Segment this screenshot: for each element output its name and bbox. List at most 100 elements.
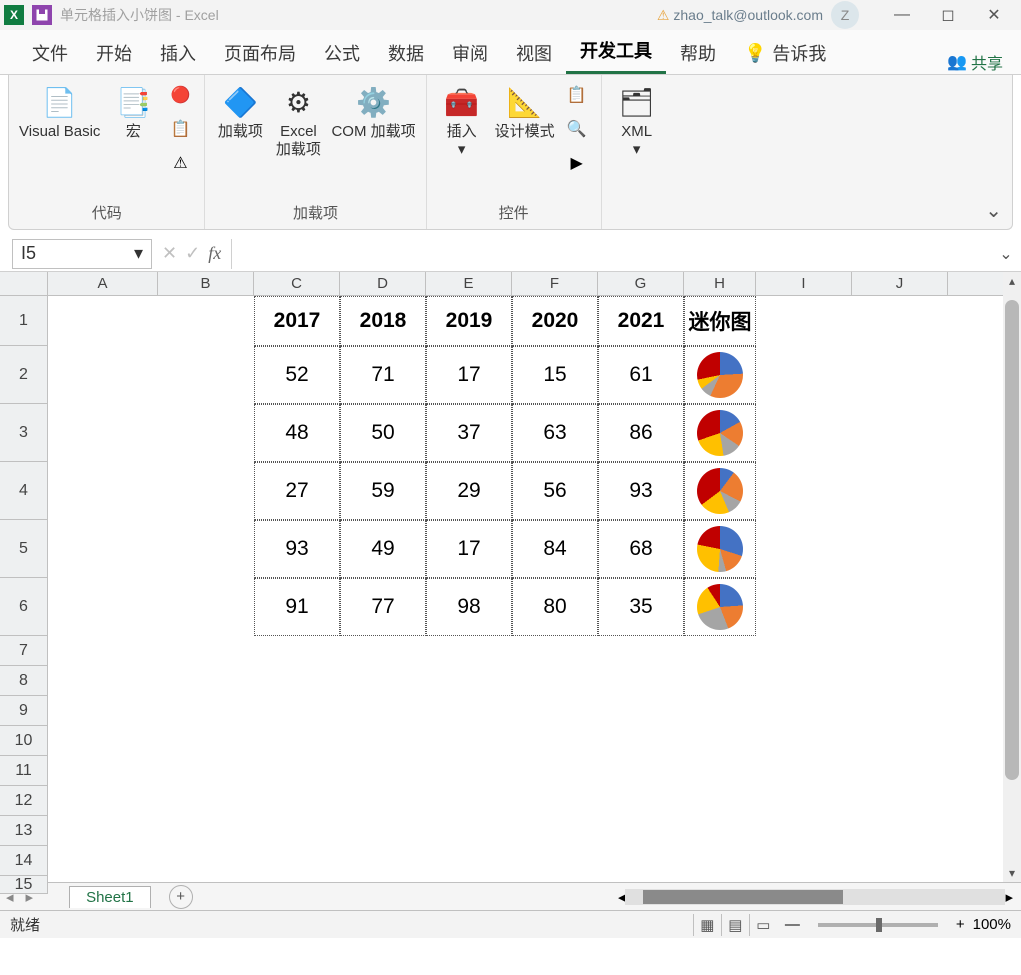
sheet-tab-sheet1[interactable]: Sheet1	[69, 886, 151, 908]
cell-D1[interactable]: 2018	[340, 296, 426, 346]
column-header-D[interactable]: D	[340, 272, 426, 295]
column-header-F[interactable]: F	[512, 272, 598, 295]
cell-G2[interactable]: 61	[598, 346, 684, 404]
cell-D4[interactable]: 59	[340, 462, 426, 520]
com-addins-button[interactable]: ⚙️ COM 加载项	[331, 81, 415, 141]
cell-E4[interactable]: 29	[426, 462, 512, 520]
vertical-scroll-thumb[interactable]	[1005, 300, 1019, 780]
zoom-slider[interactable]	[818, 923, 938, 927]
chevron-down-icon[interactable]: ▾	[134, 243, 143, 264]
macros-button[interactable]: 📑 宏	[108, 81, 158, 141]
cell-C2[interactable]: 52	[254, 346, 340, 404]
zoom-in-button[interactable]: +	[948, 916, 973, 933]
add-sheet-button[interactable]: +	[169, 885, 193, 909]
zoom-level[interactable]: 100%	[973, 916, 1011, 933]
cell-H6[interactable]	[684, 578, 756, 636]
cell-E5[interactable]: 17	[426, 520, 512, 578]
cell-D6[interactable]: 77	[340, 578, 426, 636]
row-header-12[interactable]: 12	[0, 786, 47, 816]
row-header-11[interactable]: 11	[0, 756, 47, 786]
cell-G6[interactable]: 35	[598, 578, 684, 636]
cell-F3[interactable]: 63	[512, 404, 598, 462]
cell-C5[interactable]: 93	[254, 520, 340, 578]
design-mode-button[interactable]: 📐 设计模式	[495, 81, 555, 141]
cell-F5[interactable]: 84	[512, 520, 598, 578]
expand-formula-bar-button[interactable]: ⌄	[991, 244, 1021, 264]
cell-E3[interactable]: 37	[426, 404, 512, 462]
row-header-15[interactable]: 15	[0, 876, 47, 894]
cell-C6[interactable]: 91	[254, 578, 340, 636]
normal-view-button[interactable]: ▦	[693, 914, 721, 936]
scroll-left-arrow[interactable]: ◂	[618, 888, 626, 906]
cell-H2[interactable]	[684, 346, 756, 404]
cell-G4[interactable]: 93	[598, 462, 684, 520]
column-header-E[interactable]: E	[426, 272, 512, 295]
enter-formula-icon[interactable]: ✓	[185, 243, 200, 264]
record-macro-button[interactable]: 🔴	[166, 81, 194, 109]
column-header-I[interactable]: I	[756, 272, 852, 295]
close-button[interactable]: ✕	[971, 5, 1017, 25]
cell-D2[interactable]: 71	[340, 346, 426, 404]
column-header-C[interactable]: C	[254, 272, 340, 295]
view-code-button[interactable]: 🔍	[563, 115, 591, 143]
formula-input[interactable]	[231, 239, 991, 269]
row-header-10[interactable]: 10	[0, 726, 47, 756]
tab-page-layout[interactable]: 页面布局	[210, 30, 310, 74]
column-header-J[interactable]: J	[852, 272, 948, 295]
cell-E6[interactable]: 98	[426, 578, 512, 636]
cells-layer[interactable]: 20172018201920202021迷你图52711715614850376…	[48, 296, 1003, 882]
row-header-7[interactable]: 7	[0, 636, 47, 666]
share-button[interactable]: 👥共享	[947, 50, 1003, 74]
tell-me[interactable]: 💡告诉我	[730, 30, 840, 74]
tab-help[interactable]: 帮助	[666, 30, 730, 74]
scroll-up-arrow[interactable]: ▴	[1003, 274, 1021, 288]
cell-F2[interactable]: 15	[512, 346, 598, 404]
minimize-button[interactable]: —	[879, 6, 925, 24]
row-header-3[interactable]: 3	[0, 404, 47, 462]
cancel-formula-icon[interactable]: ✕	[162, 243, 177, 264]
cell-H3[interactable]	[684, 404, 756, 462]
avatar[interactable]: Z	[831, 1, 859, 29]
row-header-9[interactable]: 9	[0, 696, 47, 726]
cell-F1[interactable]: 2020	[512, 296, 598, 346]
row-header-4[interactable]: 4	[0, 462, 47, 520]
scroll-down-arrow[interactable]: ▾	[1003, 866, 1021, 880]
row-header-14[interactable]: 14	[0, 846, 47, 876]
addins-button[interactable]: 🔷 加载项	[215, 81, 265, 141]
page-break-view-button[interactable]: ▭	[749, 914, 777, 936]
page-layout-view-button[interactable]: ▤	[721, 914, 749, 936]
properties-button[interactable]: 📋	[563, 81, 591, 109]
excel-addins-button[interactable]: ⚙ Excel 加载项	[273, 81, 323, 159]
row-header-2[interactable]: 2	[0, 346, 47, 404]
visual-basic-button[interactable]: 📄 Visual Basic	[19, 81, 100, 141]
horizontal-scroll-thumb[interactable]	[643, 890, 843, 904]
cell-F6[interactable]: 80	[512, 578, 598, 636]
cell-H5[interactable]	[684, 520, 756, 578]
tab-view[interactable]: 视图	[502, 30, 566, 74]
cell-C4[interactable]: 27	[254, 462, 340, 520]
vertical-scrollbar[interactable]: ▴ ▾	[1003, 272, 1021, 882]
horizontal-scrollbar[interactable]: ◂ ▸	[193, 888, 1021, 906]
save-icon[interactable]	[32, 5, 52, 25]
spreadsheet-grid[interactable]: ABCDEFGHIJ 123456789101112131415 2017201…	[0, 272, 1021, 882]
cell-G5[interactable]: 68	[598, 520, 684, 578]
tab-developer[interactable]: 开发工具	[566, 27, 666, 74]
cell-H1[interactable]: 迷你图	[684, 296, 756, 346]
row-header-13[interactable]: 13	[0, 816, 47, 846]
row-header-5[interactable]: 5	[0, 520, 47, 578]
macro-security-button[interactable]: ⚠	[166, 149, 194, 177]
cell-D5[interactable]: 49	[340, 520, 426, 578]
tab-insert[interactable]: 插入	[146, 30, 210, 74]
row-header-6[interactable]: 6	[0, 578, 47, 636]
use-relative-button[interactable]: 📋	[166, 115, 194, 143]
cell-G1[interactable]: 2021	[598, 296, 684, 346]
scroll-right-arrow[interactable]: ▸	[1005, 888, 1013, 906]
run-dialog-button[interactable]: ▶	[563, 149, 591, 177]
cell-F4[interactable]: 56	[512, 462, 598, 520]
insert-control-button[interactable]: 🧰 插入▾	[437, 81, 487, 159]
name-box[interactable]: I5 ▾	[12, 239, 152, 269]
cell-C1[interactable]: 2017	[254, 296, 340, 346]
user-email[interactable]: zhao_talk@outlook.com	[673, 7, 823, 23]
zoom-out-button[interactable]: —	[777, 916, 808, 933]
tab-data[interactable]: 数据	[374, 30, 438, 74]
